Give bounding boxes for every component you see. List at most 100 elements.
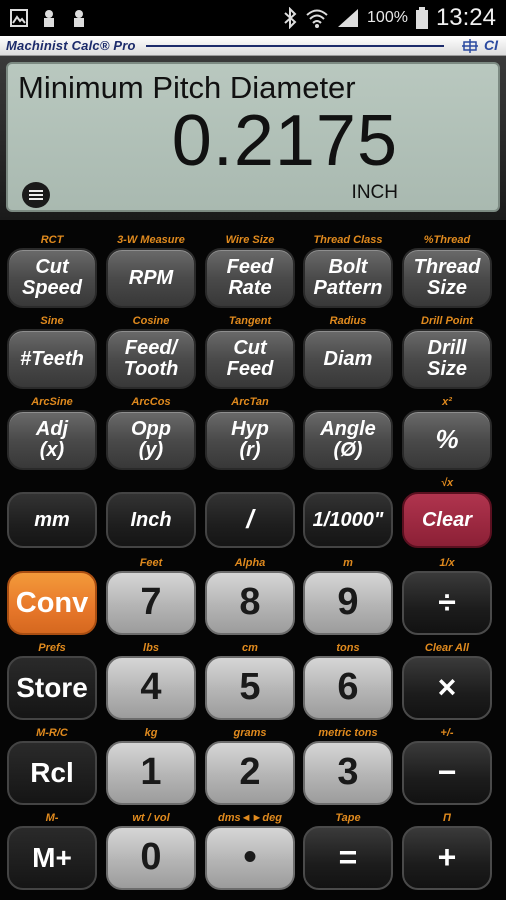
digit-6-key[interactable]: 6 <box>303 656 393 720</box>
seven-secondary-label: Feet <box>139 557 163 569</box>
slash-key[interactable]: / <box>205 492 295 548</box>
mm-key[interactable]: mm <box>7 492 97 548</box>
menu-button[interactable] <box>22 182 50 208</box>
bolt-pattern-secondary-label: Thread Class <box>313 234 383 246</box>
digit-2-key[interactable]: 2 <box>205 741 295 805</box>
inch-label: Inch <box>130 508 172 531</box>
equals-key[interactable]: = <box>303 826 393 890</box>
opp-key[interactable]: Opp (y) <box>106 410 196 470</box>
equals-secondary-label: Tape <box>335 812 361 824</box>
thousandth-key[interactable]: 1/1000" <box>303 492 393 548</box>
clock: 13:24 <box>435 4 496 31</box>
store-secondary-label: Prefs <box>38 642 66 654</box>
app-title-bar: Machinist Calc® Pro CI <box>0 36 506 56</box>
digit-5-key[interactable]: 5 <box>205 656 295 720</box>
thousandth-label: 1/1000" <box>312 508 384 531</box>
display-value: 0.2175 <box>171 101 398 181</box>
hyp-key[interactable]: Hyp (r) <box>205 410 295 470</box>
dot-secondary-label: dms◄►deg <box>218 812 282 824</box>
feed-rate-secondary-label: Wire Size <box>225 234 275 246</box>
zero-secondary-label: wt / vol <box>132 812 170 824</box>
digit-9-key[interactable]: 9 <box>303 571 393 635</box>
multiply-secondary-label: Clear All <box>424 642 470 654</box>
digit-6-label: 6 <box>337 666 359 709</box>
diam-secondary-label: Radius <box>329 315 367 327</box>
multiply-key[interactable]: × <box>402 656 492 720</box>
angle-label: Angle (Ø) <box>320 418 376 461</box>
drill-size-key[interactable]: Drill Size <box>402 329 492 389</box>
display-unit: INCH <box>351 182 398 203</box>
clear-label: Clear <box>421 508 473 531</box>
digit-9-label: 9 <box>337 581 359 624</box>
digit-3-label: 3 <box>337 751 359 794</box>
adj-key[interactable]: Adj (x) <box>7 410 97 470</box>
adj-secondary-label: ArcSine <box>31 396 73 408</box>
diam-label: Diam <box>323 347 373 370</box>
equals-label: = <box>338 839 358 876</box>
bolt-pattern-key[interactable]: Bolt Pattern <box>303 248 393 308</box>
digit-4-label: 4 <box>140 666 162 709</box>
plus-key[interactable]: + <box>402 826 492 890</box>
cut-feed-key[interactable]: Cut Feed <box>205 329 295 389</box>
multiply-label: × <box>437 669 457 706</box>
rpm-key[interactable]: RPM <box>106 248 196 308</box>
conv-key[interactable]: Conv <box>7 571 97 635</box>
store-key[interactable]: Store <box>7 656 97 720</box>
adj-label: Adj (x) <box>35 418 69 461</box>
divide-secondary-label: 1/x <box>439 557 455 569</box>
cut-feed-label: Cut Feed <box>226 337 274 380</box>
lock-notification-icon-2 <box>74 10 84 27</box>
digit-2-label: 2 <box>239 751 261 794</box>
digit-0-key[interactable]: 0 <box>106 826 196 890</box>
percent-key[interactable]: % <box>402 410 492 470</box>
thread-size-key[interactable]: Thread Size <box>402 248 492 308</box>
feed-tooth-key[interactable]: Feed/ Tooth <box>106 329 196 389</box>
minus-label: − <box>437 754 457 791</box>
rcl-key[interactable]: Rcl <box>7 741 97 805</box>
teeth-secondary-label: Sine <box>40 315 64 327</box>
slash-label: / <box>246 504 254 535</box>
angle-key[interactable]: Angle (Ø) <box>303 410 393 470</box>
teeth-key[interactable]: #Teeth <box>7 329 97 389</box>
decimal-point-key[interactable]: • <box>205 826 295 890</box>
divide-label: ÷ <box>438 584 456 621</box>
clear-key[interactable]: Clear <box>402 492 492 548</box>
one-secondary-label: kg <box>144 727 158 739</box>
bluetooth-icon <box>284 7 297 29</box>
battery-icon <box>415 7 428 29</box>
battery-percentage: 100% <box>367 9 408 26</box>
digit-1-label: 1 <box>140 751 162 794</box>
feed-rate-key[interactable]: Feed Rate <box>205 248 295 308</box>
display-area: Minimum Pitch Diameter 0.2175 INCH <box>0 56 506 220</box>
digit-5-label: 5 <box>239 666 261 709</box>
hyp-secondary-label: ArcTan <box>231 396 269 408</box>
mplus-key[interactable]: M+ <box>7 826 97 890</box>
brand-text: CI <box>484 37 498 53</box>
digit-8-key[interactable]: 8 <box>205 571 295 635</box>
digit-4-key[interactable]: 4 <box>106 656 196 720</box>
inch-key[interactable]: Inch <box>106 492 196 548</box>
nine-secondary-label: m <box>343 557 353 569</box>
digit-7-key[interactable]: 7 <box>106 571 196 635</box>
opp-label: Opp (y) <box>131 418 171 461</box>
opp-secondary-label: ArcCos <box>131 396 171 408</box>
signal-icon <box>338 9 359 27</box>
minus-secondary-label: +/- <box>440 727 454 739</box>
plus-label: + <box>437 839 457 876</box>
minus-key[interactable]: − <box>402 741 492 805</box>
keypad: RCT Cut Speed 3-W Measure RPM Wire Size … <box>0 220 506 900</box>
rcl-secondary-label: M-R/C <box>36 727 68 739</box>
gallery-notification-icon <box>10 9 28 27</box>
brand-logo-icon <box>462 39 478 54</box>
hyp-label: Hyp (r) <box>231 418 269 461</box>
store-label: Store <box>16 672 88 704</box>
cut-speed-key[interactable]: Cut Speed <box>7 248 97 308</box>
decimal-point-label: • <box>243 836 257 879</box>
feed-tooth-secondary-label: Cosine <box>132 315 170 327</box>
four-secondary-label: lbs <box>143 642 159 654</box>
digit-3-key[interactable]: 3 <box>303 741 393 805</box>
divide-key[interactable]: ÷ <box>402 571 492 635</box>
diam-key[interactable]: Diam <box>303 329 393 389</box>
digit-1-key[interactable]: 1 <box>106 741 196 805</box>
cut-feed-secondary-label: Tangent <box>228 315 272 327</box>
